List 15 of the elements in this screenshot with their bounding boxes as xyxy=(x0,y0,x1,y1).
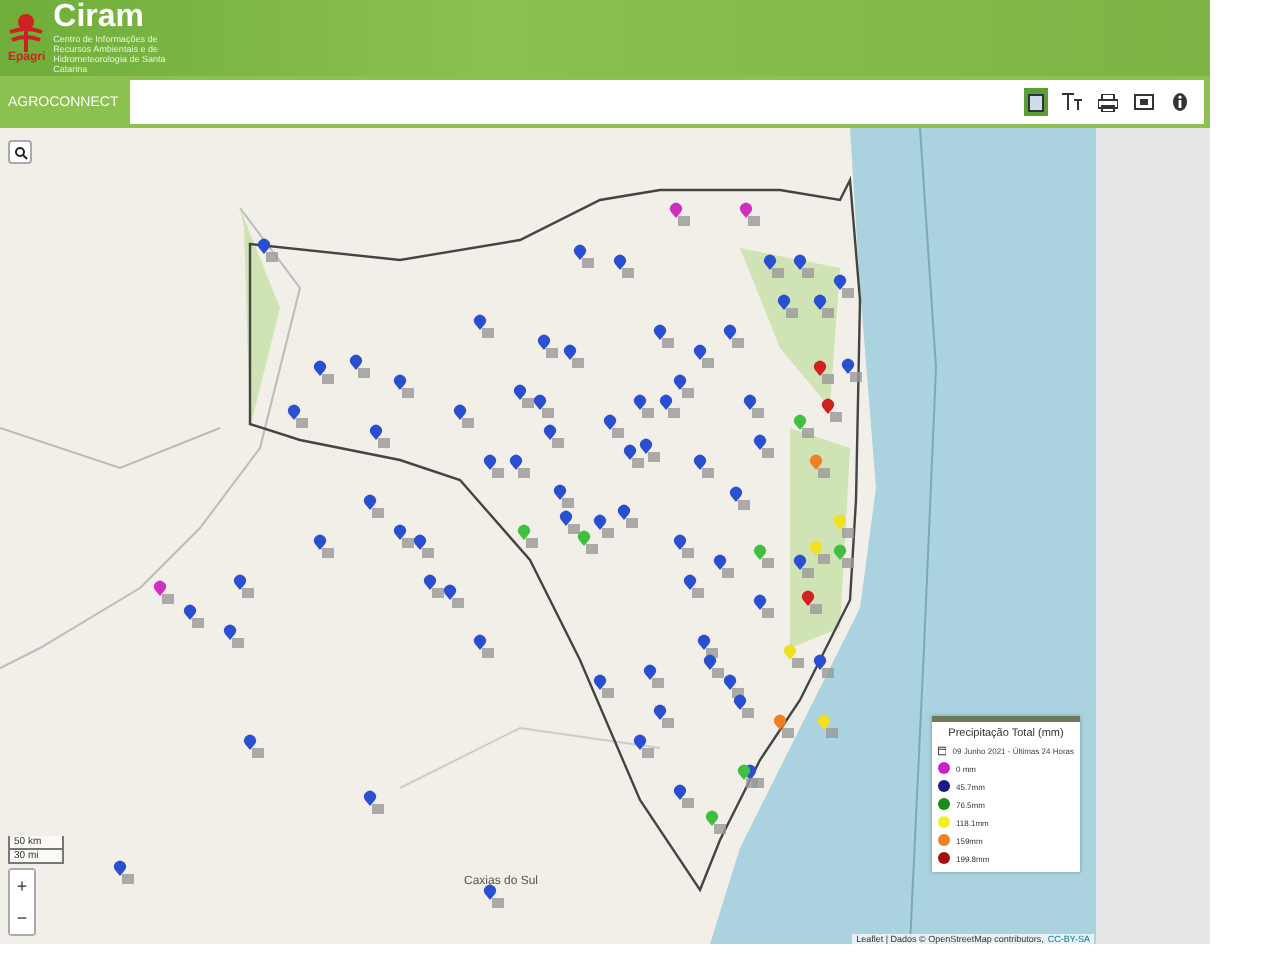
toolbar-button[interactable] xyxy=(1060,88,1084,116)
toolbar-button[interactable] xyxy=(1024,88,1048,116)
calendar-icon xyxy=(938,746,947,756)
toolbar-button[interactable] xyxy=(1168,88,1192,116)
toolbar-button[interactable] xyxy=(1132,88,1156,116)
info-icon xyxy=(1172,92,1188,112)
text-size-icon xyxy=(1062,92,1082,112)
toolbar-button[interactable] xyxy=(1096,88,1120,116)
logo-icon xyxy=(8,12,45,52)
screen-icon xyxy=(1134,94,1154,110)
print-icon xyxy=(1098,93,1118,111)
brand-name: Ciram xyxy=(53,2,147,34)
search-icon xyxy=(13,145,27,159)
map-icon xyxy=(1028,93,1044,111)
search-button[interactable] xyxy=(8,140,32,164)
